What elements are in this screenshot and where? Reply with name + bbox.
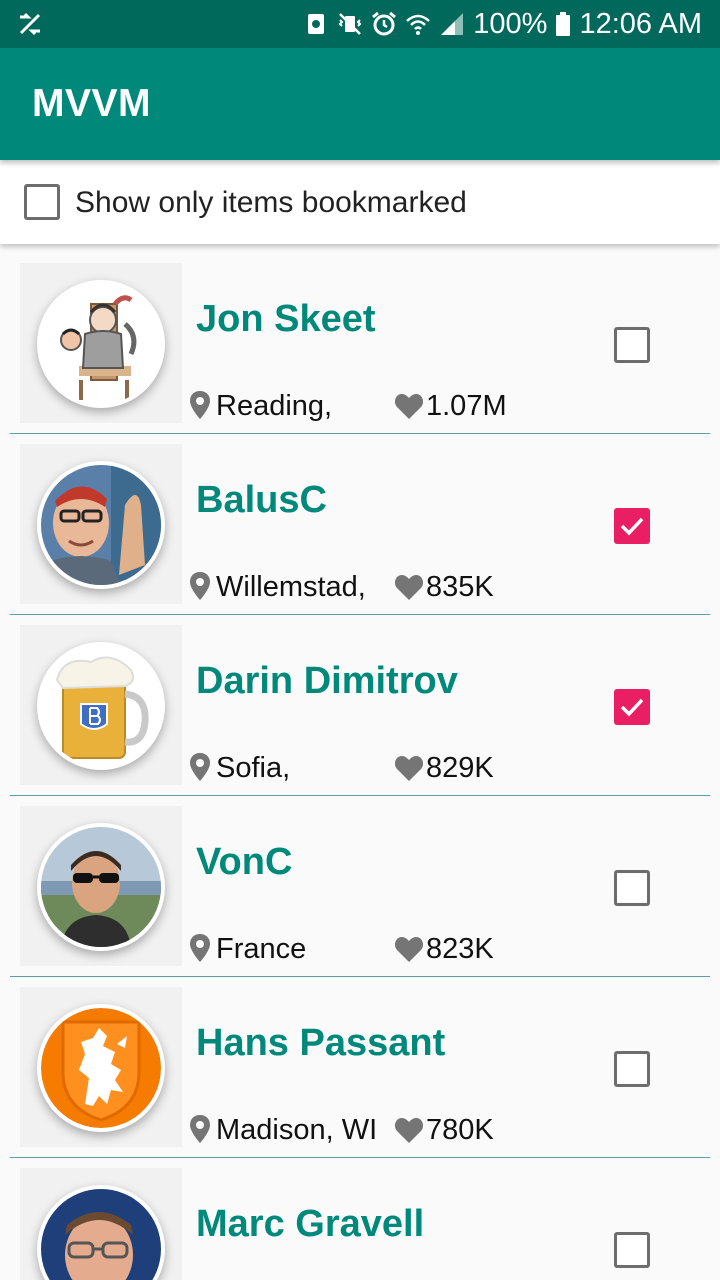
app-title: MVVM — [32, 82, 151, 125]
no-sync-icon — [19, 12, 41, 36]
user-list[interactable]: Jon Skeet Reading, 1.07M BalusC Willemst… — [10, 254, 710, 1280]
vibrate-off-icon — [338, 13, 362, 35]
signal-icon — [441, 13, 464, 35]
user-location: Sofia, — [216, 752, 291, 784]
user-name[interactable]: VonC — [196, 841, 292, 884]
recycle-icon — [308, 14, 325, 34]
list-item[interactable]: Marc Gravell — [10, 1159, 710, 1280]
bookmark-checkbox[interactable] — [614, 1232, 650, 1268]
heart-icon — [394, 394, 424, 419]
bookmark-filter-label[interactable]: Show only items bookmarked — [75, 186, 467, 220]
user-name[interactable]: Jon Skeet — [196, 298, 376, 341]
clock: 12:06 AM — [579, 7, 702, 40]
bookmark-filter-checkbox[interactable] — [24, 184, 60, 220]
status-bar: 100% 12:06 AM — [0, 0, 720, 48]
bookmark-checkbox[interactable] — [614, 508, 650, 544]
avatar — [37, 280, 165, 408]
avatar — [37, 823, 165, 951]
avatar — [37, 642, 165, 770]
user-reputation: 835K — [426, 571, 494, 603]
list-item[interactable]: Hans Passant Madison, WI 780K — [10, 978, 710, 1158]
battery-icon — [556, 12, 571, 36]
user-location: Willemstad, — [216, 571, 366, 603]
user-location: Reading, — [216, 390, 333, 422]
user-reputation: 780K — [426, 1114, 494, 1146]
bookmark-checkbox[interactable] — [614, 870, 650, 906]
bookmark-checkbox[interactable] — [614, 1051, 650, 1087]
user-name[interactable]: Marc Gravell — [196, 1203, 424, 1246]
status-icons: 100% 12:06 AM — [303, 0, 702, 48]
heart-icon — [394, 756, 424, 781]
location-pin-icon — [190, 572, 210, 600]
app-bar: MVVM — [0, 48, 720, 160]
user-reputation: 829K — [426, 752, 494, 784]
alarm-icon — [372, 11, 397, 36]
user-location: Madison, WI — [216, 1114, 378, 1146]
location-pin-icon — [190, 1115, 210, 1143]
user-reputation: 823K — [426, 933, 494, 965]
user-name[interactable]: Hans Passant — [196, 1022, 445, 1065]
user-name[interactable]: Darin Dimitrov — [196, 660, 458, 703]
list-item[interactable]: Jon Skeet Reading, 1.07M — [10, 254, 710, 434]
checkmark-icon — [620, 517, 644, 536]
bookmark-checkbox[interactable] — [614, 689, 650, 725]
heart-icon — [394, 575, 424, 600]
list-item[interactable]: VonC France 823K — [10, 797, 710, 977]
location-pin-icon — [190, 391, 210, 419]
location-pin-icon — [190, 934, 210, 962]
wifi-icon — [406, 14, 431, 35]
bookmark-checkbox[interactable] — [614, 327, 650, 363]
battery-percent: 100% — [473, 7, 548, 40]
list-item[interactable]: BalusC Willemstad, 835K — [10, 435, 710, 615]
user-reputation: 1.07M — [426, 390, 507, 422]
location-pin-icon — [190, 753, 210, 781]
avatar — [37, 461, 165, 589]
user-name[interactable]: BalusC — [196, 479, 327, 522]
checkmark-icon — [620, 698, 644, 717]
heart-icon — [394, 1118, 424, 1143]
user-location: France — [216, 933, 307, 965]
avatar — [37, 1004, 165, 1132]
heart-icon — [394, 937, 424, 962]
list-item[interactable]: Darin Dimitrov Sofia, 829K — [10, 616, 710, 796]
bookmark-filter[interactable]: Show only items bookmarked — [0, 160, 720, 244]
